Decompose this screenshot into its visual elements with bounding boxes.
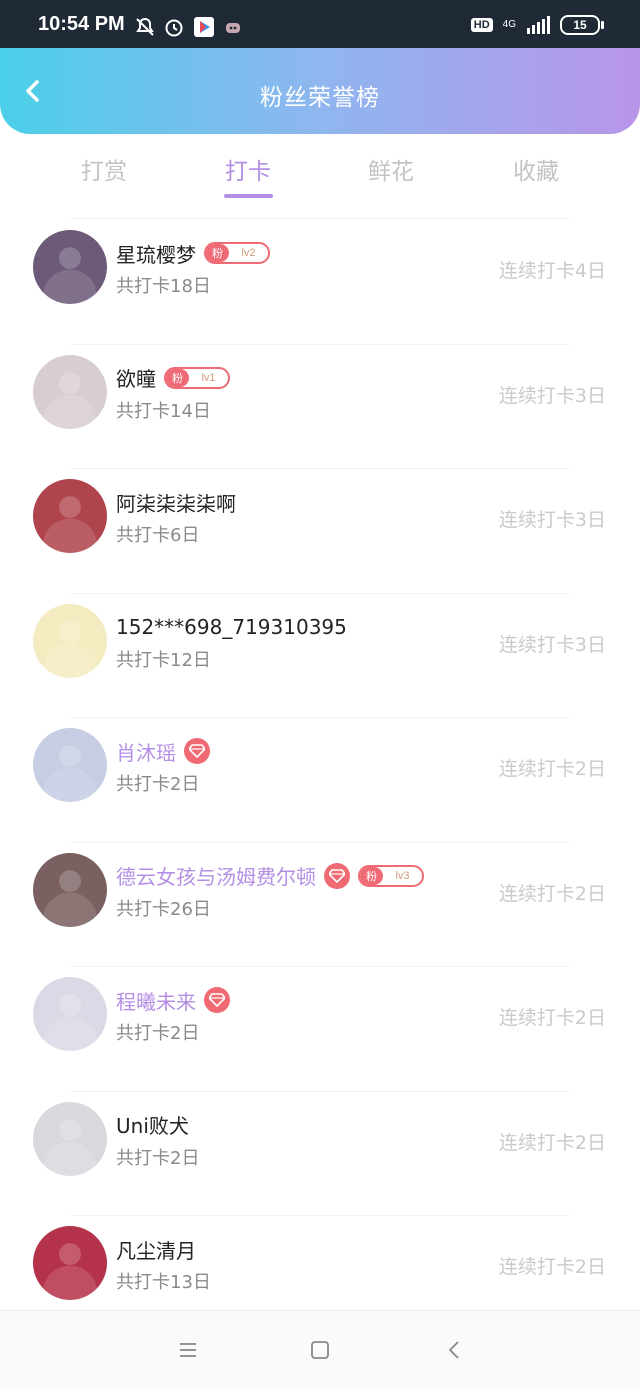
- fan-badge-level: lv3: [395, 869, 410, 882]
- tab-checkin[interactable]: 打卡: [198, 152, 298, 186]
- active-tab-indicator: [224, 194, 273, 198]
- avatar[interactable]: [33, 479, 107, 553]
- list-item[interactable]: 152***698_719310395 共打卡12日 连续打卡3日: [0, 594, 640, 718]
- user-name[interactable]: 阿柒柒柒柒啊: [116, 488, 236, 517]
- avatar[interactable]: [33, 354, 107, 429]
- total-checkin: 共打卡2日: [116, 774, 200, 795]
- vip-diamond-icon: [204, 987, 230, 1013]
- total-checkin: 共打卡2日: [116, 1147, 200, 1169]
- total-checkin: 共打卡6日: [116, 525, 200, 546]
- tab-bar: 打赏 打卡 鲜花 收藏: [0, 134, 640, 218]
- user-name[interactable]: Uni败犬: [116, 1110, 189, 1139]
- notifications-off-icon: [136, 17, 154, 36]
- total-checkin: 共打卡13日: [116, 1272, 211, 1293]
- list-item[interactable]: Uni败犬 共打卡2日 连续打卡2日: [0, 1092, 640, 1216]
- total-checkin: 共打卡2日: [116, 1023, 200, 1044]
- total-checkin: 共打卡12日: [116, 649, 211, 671]
- user-name[interactable]: 星琉樱梦: [116, 239, 196, 268]
- name-line: 德云女孩与汤姆费尔顿 粉 lv3: [116, 861, 424, 890]
- streak-checkin: 连续打卡2日: [498, 1256, 606, 1278]
- app-notification-icon: [226, 23, 240, 33]
- fan-badge-label: 粉: [166, 368, 189, 387]
- vip-diamond-icon: [184, 738, 210, 764]
- total-checkin: 共打卡14日: [116, 400, 211, 422]
- avatar[interactable]: [33, 728, 107, 802]
- tab-reward[interactable]: 打赏: [54, 152, 154, 186]
- avatar[interactable]: [33, 852, 107, 927]
- total-checkin: 共打卡18日: [116, 276, 211, 297]
- fan-list: 星琉樱梦 粉 lv2 共打卡18日 连续打卡4日 欲瞳 粉 lv1 共打卡14日…: [0, 220, 640, 1341]
- list-item[interactable]: 阿柒柒柒柒啊 共打卡6日 连续打卡3日: [0, 469, 640, 594]
- streak-checkin: 连续打卡4日: [498, 260, 606, 282]
- fan-level-badge: 粉 lv2: [204, 242, 270, 264]
- streak-checkin: 连续打卡2日: [498, 1131, 606, 1154]
- name-line: 肖沐瑶: [116, 737, 210, 766]
- name-line: 程曦未来: [116, 986, 230, 1015]
- user-name[interactable]: 152***698_719310395: [116, 615, 347, 639]
- network-type: 4G: [502, 19, 516, 30]
- fan-level-badge: 粉 lv3: [358, 864, 424, 887]
- avatar[interactable]: [33, 230, 107, 304]
- user-name[interactable]: 欲瞳: [116, 363, 156, 392]
- system-nav-bar: [0, 1310, 640, 1388]
- list-item[interactable]: 肖沐瑶 共打卡2日 连续打卡2日: [0, 718, 640, 843]
- battery-indicator: 15: [560, 15, 604, 35]
- tab-favorites[interactable]: 收藏: [486, 152, 586, 186]
- list-item[interactable]: 欲瞳 粉 lv1 共打卡14日 连续打卡3日: [0, 345, 640, 469]
- menu-icon[interactable]: [177, 1339, 199, 1361]
- status-bar: 10:54 PM HD 4G 15: [0, 0, 640, 48]
- fan-badge-level: lv2: [241, 247, 256, 259]
- page-title: 粉丝荣誉榜: [260, 85, 380, 111]
- name-line: Uni败犬: [116, 1112, 189, 1138]
- tab-flowers[interactable]: 鲜花: [341, 152, 441, 186]
- play-store-icon: [194, 17, 214, 37]
- name-line: 欲瞳 粉 lv1: [116, 365, 230, 391]
- user-name[interactable]: 程曦未来: [116, 986, 196, 1015]
- nav-back-icon[interactable]: [444, 1339, 466, 1361]
- name-line: 凡尘清月: [116, 1235, 196, 1264]
- home-icon[interactable]: [309, 1339, 331, 1361]
- avatar[interactable]: [33, 603, 107, 678]
- divider: [70, 218, 570, 219]
- user-name[interactable]: 肖沐瑶: [116, 737, 176, 766]
- streak-checkin: 连续打卡3日: [498, 384, 606, 407]
- vip-diamond-icon: [324, 862, 350, 889]
- fan-badge-label: 粉: [360, 866, 383, 885]
- user-name[interactable]: 凡尘清月: [116, 1235, 196, 1264]
- alarm-icon: [165, 19, 183, 37]
- list-item[interactable]: 程曦未来 共打卡2日 连续打卡2日: [0, 967, 640, 1092]
- list-item[interactable]: 星琉樱梦 粉 lv2 共打卡18日 连续打卡4日: [0, 220, 640, 345]
- status-time: 10:54 PM: [38, 13, 125, 35]
- name-line: 152***698_719310395: [116, 614, 347, 640]
- avatar[interactable]: [33, 977, 107, 1051]
- total-checkin: 共打卡26日: [116, 898, 211, 920]
- hd-badge: HD: [470, 18, 493, 32]
- avatar[interactable]: [33, 1226, 107, 1300]
- fan-level-badge: 粉 lv1: [164, 366, 230, 389]
- streak-checkin: 连续打卡3日: [498, 509, 606, 531]
- fan-badge-label: 粉: [206, 244, 229, 262]
- name-line: 阿柒柒柒柒啊: [116, 488, 236, 517]
- avatar[interactable]: [33, 1101, 107, 1176]
- signal-icon: [527, 16, 550, 34]
- streak-checkin: 连续打卡3日: [498, 633, 606, 656]
- streak-checkin: 连续打卡2日: [498, 758, 606, 780]
- name-line: 星琉樱梦 粉 lv2: [116, 239, 270, 268]
- header: 粉丝荣誉榜: [0, 48, 640, 134]
- fan-badge-level: lv1: [201, 371, 216, 384]
- user-name[interactable]: 德云女孩与汤姆费尔顿: [116, 861, 316, 890]
- streak-checkin: 连续打卡2日: [498, 1007, 606, 1029]
- streak-checkin: 连续打卡2日: [498, 882, 606, 905]
- list-item[interactable]: 德云女孩与汤姆费尔顿 粉 lv3 共打卡26日 连续打卡2日: [0, 843, 640, 967]
